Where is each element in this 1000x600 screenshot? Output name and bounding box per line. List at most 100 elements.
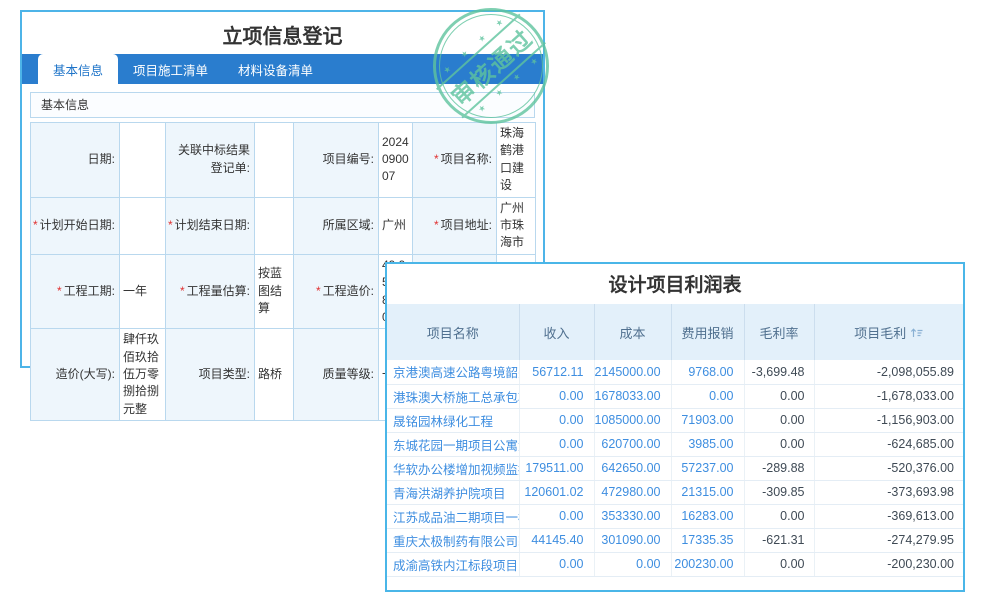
profit-table-header-row: 项目名称 收入 成本 费用报销 毛利率 项目毛利 bbox=[387, 304, 963, 360]
cost-cell: 1678033.00 bbox=[594, 384, 671, 408]
column-header-gross-profit[interactable]: 项目毛利 bbox=[814, 304, 963, 360]
field-value-plan-start bbox=[120, 197, 166, 254]
field-label-date: 日期: bbox=[31, 123, 120, 198]
table-row: 重庆太极制药有限公司亳州 44145.40 301090.00 17335.35… bbox=[387, 528, 963, 552]
profit-table: 项目名称 收入 成本 费用报销 毛利率 项目毛利 京港澳高速公路粤境韶关至高速 … bbox=[387, 304, 963, 577]
desktop: 立项信息登记 基本信息 项目施工清单 材料设备清单 基本信息 日期: 关联中标结… bbox=[0, 0, 1000, 600]
column-header-cost: 成本 bbox=[594, 304, 671, 360]
project-name-link[interactable]: 华软办公楼增加视频监控项目 bbox=[387, 456, 519, 480]
project-name-link[interactable]: 重庆太极制药有限公司亳州 bbox=[387, 528, 519, 552]
gross-profit-cell: -200,230.00 bbox=[814, 552, 963, 576]
margin-cell: 0.00 bbox=[744, 504, 814, 528]
revenue-cell: 120601.02 bbox=[519, 480, 594, 504]
profit-window: 设计项目利润表 项目名称 收入 成本 费用报销 毛利率 项目毛利 京港澳高速公路… bbox=[385, 262, 965, 592]
field-label-region: 所属区域: bbox=[294, 197, 379, 254]
table-row: 京港澳高速公路粤境韶关至高速 56712.11 2145000.00 9768.… bbox=[387, 360, 963, 384]
field-label-plan-end: *计划结束日期: bbox=[166, 197, 255, 254]
project-name-link[interactable]: 东城花园一期项目公寓大堂 bbox=[387, 432, 519, 456]
revenue-cell: 0.00 bbox=[519, 552, 594, 576]
expense-cell: 3985.00 bbox=[671, 432, 744, 456]
field-label-quantity-estimate: *工程量估算: bbox=[166, 254, 255, 329]
project-name-link[interactable]: 成渝高铁内江标段项目 bbox=[387, 552, 519, 576]
field-label-project-address: *项目地址: bbox=[413, 197, 497, 254]
field-label-text: 工程量估算: bbox=[187, 284, 250, 298]
revenue-cell: 56712.11 bbox=[519, 360, 594, 384]
expense-cell: 0.00 bbox=[671, 384, 744, 408]
expense-cell: 16283.00 bbox=[671, 504, 744, 528]
margin-cell: -3,699.48 bbox=[744, 360, 814, 384]
tab-construction-list[interactable]: 项目施工清单 bbox=[118, 54, 223, 84]
project-name-link[interactable]: 青海洪湖养护院项目 bbox=[387, 480, 519, 504]
field-label-project-cost: *工程造价: bbox=[294, 254, 379, 329]
margin-cell: 0.00 bbox=[744, 552, 814, 576]
field-value-plan-end bbox=[255, 197, 294, 254]
revenue-cell: 0.00 bbox=[519, 504, 594, 528]
revenue-cell: 179511.00 bbox=[519, 456, 594, 480]
field-label-text: 项目类型: bbox=[199, 367, 250, 381]
field-label-text: 工程造价: bbox=[323, 284, 374, 298]
column-header-revenue: 收入 bbox=[519, 304, 594, 360]
field-value-project-address: 广州市珠海市 bbox=[497, 197, 536, 254]
field-value-quantity-estimate: 按蓝图结算 bbox=[255, 254, 294, 329]
project-name-link[interactable]: 港珠澳大桥施工总承包项目 bbox=[387, 384, 519, 408]
field-label-project-type: 项目类型: bbox=[166, 329, 255, 421]
field-label-plan-start: *计划开始日期: bbox=[31, 197, 120, 254]
table-row: 青海洪湖养护院项目 120601.02 472980.00 21315.00 -… bbox=[387, 480, 963, 504]
table-row: 江苏成品油二期项目一标段 0.00 353330.00 16283.00 0.0… bbox=[387, 504, 963, 528]
field-value-date bbox=[120, 123, 166, 198]
tab-basic-info[interactable]: 基本信息 bbox=[38, 54, 118, 84]
field-value-region: 广州 bbox=[379, 197, 413, 254]
field-label-text: 造价(大写): bbox=[56, 367, 115, 381]
cost-cell: 1085000.00 bbox=[594, 408, 671, 432]
project-name-link[interactable]: 京港澳高速公路粤境韶关至高速 bbox=[387, 360, 519, 384]
gross-profit-cell: -369,613.00 bbox=[814, 504, 963, 528]
registration-tabbar: 基本信息 项目施工清单 材料设备清单 bbox=[22, 54, 543, 84]
registration-window-title: 立项信息登记 bbox=[22, 12, 543, 54]
cost-cell: 353330.00 bbox=[594, 504, 671, 528]
cost-cell: 642650.00 bbox=[594, 456, 671, 480]
profit-window-title: 设计项目利润表 bbox=[387, 264, 963, 304]
field-label-text: 项目地址: bbox=[441, 218, 492, 232]
margin-cell: -621.31 bbox=[744, 528, 814, 552]
revenue-cell: 0.00 bbox=[519, 432, 594, 456]
table-row: 港珠澳大桥施工总承包项目 0.00 1678033.00 0.00 0.00 -… bbox=[387, 384, 963, 408]
margin-cell: -309.85 bbox=[744, 480, 814, 504]
field-value-project-no: 2024090007 bbox=[379, 123, 413, 198]
field-label-text: 质量等级: bbox=[323, 367, 374, 381]
expense-cell: 17335.35 bbox=[671, 528, 744, 552]
required-marker: * bbox=[180, 284, 185, 298]
cost-cell: 620700.00 bbox=[594, 432, 671, 456]
project-name-link[interactable]: 晟铭园林绿化工程 bbox=[387, 408, 519, 432]
revenue-cell: 0.00 bbox=[519, 408, 594, 432]
gross-profit-cell: -274,279.95 bbox=[814, 528, 963, 552]
tab-material-equipment-list[interactable]: 材料设备清单 bbox=[223, 54, 328, 84]
cost-cell: 472980.00 bbox=[594, 480, 671, 504]
project-name-link[interactable]: 江苏成品油二期项目一标段 bbox=[387, 504, 519, 528]
field-label-text: 计划结束日期: bbox=[175, 218, 250, 232]
revenue-cell: 0.00 bbox=[519, 384, 594, 408]
required-marker: * bbox=[434, 218, 439, 232]
field-value-duration: 一年 bbox=[120, 254, 166, 329]
field-label-text: 关联中标结果登记单: bbox=[178, 143, 250, 174]
margin-cell: -289.88 bbox=[744, 456, 814, 480]
expense-cell: 57237.00 bbox=[671, 456, 744, 480]
gross-profit-cell: -624,685.00 bbox=[814, 432, 963, 456]
field-value-project-name: 珠海鹤港口建设 bbox=[497, 123, 536, 198]
field-label-quality-grade: 质量等级: bbox=[294, 329, 379, 421]
field-value-bid-result bbox=[255, 123, 294, 198]
expense-cell: 21315.00 bbox=[671, 480, 744, 504]
margin-cell: 0.00 bbox=[744, 408, 814, 432]
field-label-text: 计划开始日期: bbox=[40, 218, 115, 232]
field-label-text: 日期: bbox=[88, 152, 115, 166]
cost-cell: 0.00 bbox=[594, 552, 671, 576]
required-marker: * bbox=[168, 218, 173, 232]
required-marker: * bbox=[316, 284, 321, 298]
expense-cell: 9768.00 bbox=[671, 360, 744, 384]
form-row: 日期: 关联中标结果登记单: 项目编号: 2024090007 *项目名称: 珠… bbox=[31, 123, 536, 198]
sort-icon[interactable] bbox=[910, 327, 923, 339]
margin-cell: 0.00 bbox=[744, 432, 814, 456]
field-label-text: 工程工期: bbox=[64, 284, 115, 298]
field-label-bid-result: 关联中标结果登记单: bbox=[166, 123, 255, 198]
required-marker: * bbox=[434, 152, 439, 166]
column-header-expense: 费用报销 bbox=[671, 304, 744, 360]
